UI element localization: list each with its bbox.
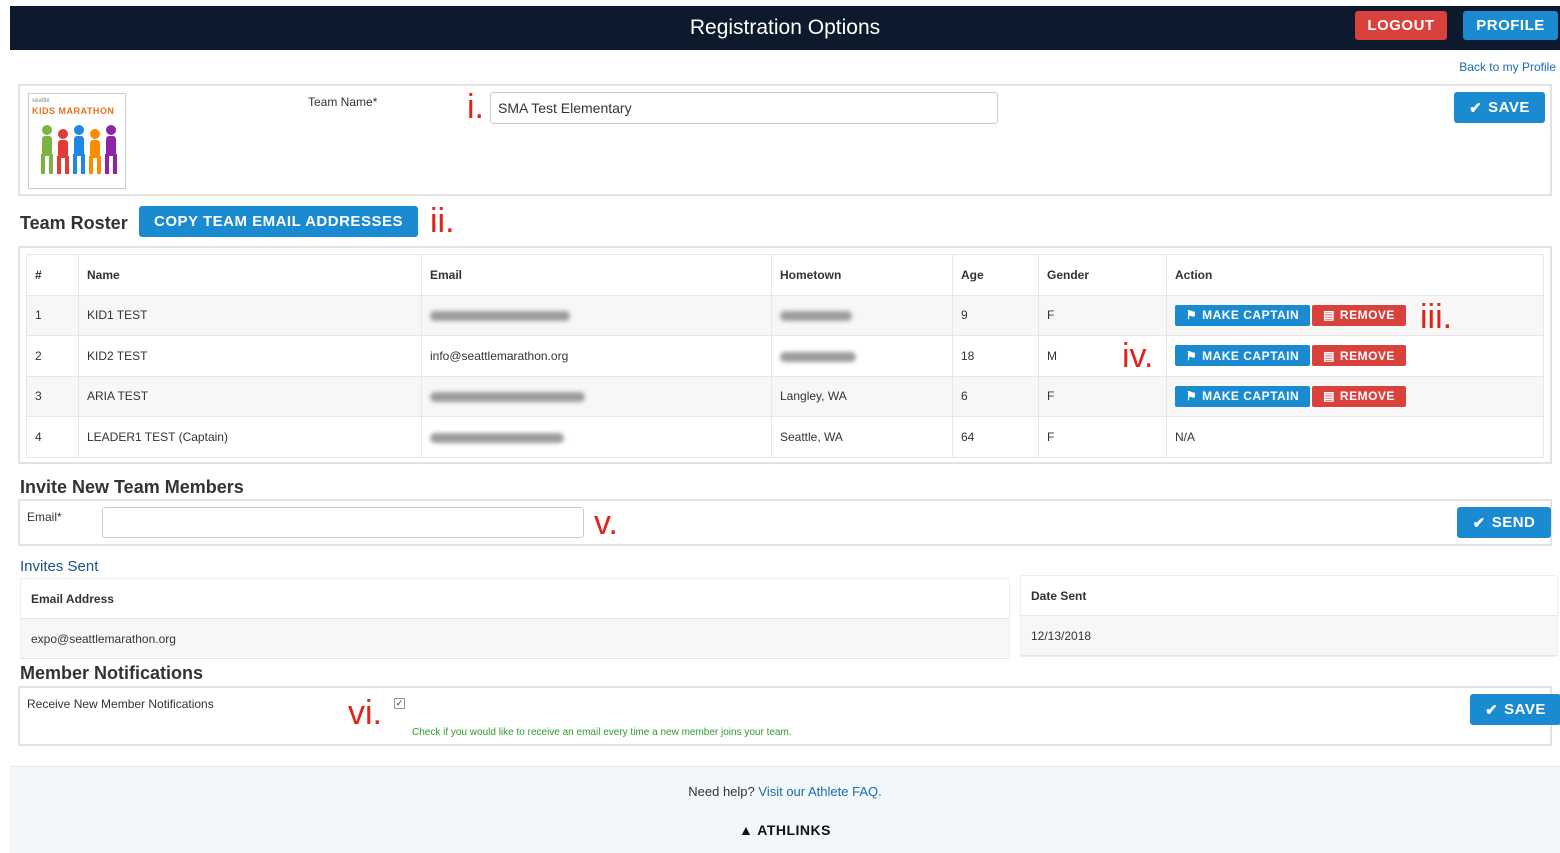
copy-team-email-button[interactable]: COPY TEAM EMAIL ADDRESSES (139, 206, 418, 237)
remove-button[interactable]: ▤ REMOVE (1312, 304, 1406, 326)
notifications-hint: Check if you would like to receive an em… (412, 727, 792, 738)
tag-icon: ⚑ (1185, 308, 1198, 323)
col-email-address: Email Address (21, 579, 1009, 619)
redacted-hometown (771, 335, 953, 377)
col-gender: Gender (1038, 254, 1167, 296)
col-age: Age (952, 254, 1039, 296)
tag-icon: ⚑ (1185, 389, 1198, 404)
profile-button[interactable]: PROFILE (1463, 11, 1558, 40)
page-title: Registration Options (689, 16, 881, 39)
athlete-faq-link[interactable]: Visit our Athlete FAQ. (758, 784, 881, 799)
athlinks-logo: ▲ ATHLINKS (739, 822, 831, 838)
check-circle-icon: ✔ (1472, 514, 1486, 532)
logout-button[interactable]: LOGOUT (1355, 11, 1447, 40)
make-captain-button[interactable]: ⚑ MAKE CAPTAIN (1175, 385, 1310, 407)
invite-panel: Email* ✔ SEND (18, 499, 1552, 546)
team-logo: seattle KIDS MARATHON (28, 93, 126, 189)
annotation-iv: iv. (1122, 337, 1154, 375)
remove-button[interactable]: ▤ REMOVE (1312, 345, 1406, 367)
notifications-checkbox[interactable]: ✓ (394, 698, 405, 709)
col-date-sent: Date Sent (1021, 576, 1557, 616)
make-captain-button[interactable]: ⚑ MAKE CAPTAIN (1175, 345, 1310, 367)
redacted-hometown (771, 294, 953, 336)
team-roster-heading: Team Roster (20, 213, 128, 233)
roster-table: # Name Email Hometown Age Gender Action … (26, 254, 1544, 458)
tag-icon: ⚑ (1185, 348, 1198, 363)
kids-runners-icon (41, 125, 117, 174)
table-row: 4 LEADER1 TEST (Captain) Seattle, WA 64 … (26, 416, 1544, 458)
annotation-iii: iii. (1420, 298, 1453, 336)
team-name-label: Team Name* (308, 95, 378, 109)
send-invite-button[interactable]: ✔ SEND (1457, 507, 1551, 538)
annotation-ii: ii. (430, 202, 455, 240)
invite-email-input[interactable] (102, 507, 584, 538)
col-hometown: Hometown (771, 254, 953, 296)
make-captain-button[interactable]: ⚑ MAKE CAPTAIN (1175, 304, 1310, 326)
invite-email-label: Email* (27, 510, 62, 524)
table-row: 1 KID1 TEST 9 F ⚑ MAKE CAPTAIN ▤ REMOVE (26, 294, 1544, 336)
col-action: Action (1166, 254, 1544, 296)
col-name: Name (78, 254, 422, 296)
footer-help: Need help? Visit our Athlete FAQ. (688, 784, 882, 799)
check-circle-icon: ✔ (1469, 99, 1483, 117)
member-notifications-heading: Member Notifications (20, 663, 204, 683)
save-notifications-button[interactable]: ✔ SAVE (1470, 694, 1560, 725)
invites-sent-heading[interactable]: Invites Sent (20, 558, 98, 575)
flame-icon: ▲ (739, 822, 754, 838)
table-row: 3 ARIA TEST Langley, WA 6 F ⚑ MAKE CAPTAI… (26, 375, 1544, 417)
roster-panel: # Name Email Hometown Age Gender Action … (18, 246, 1552, 464)
notifications-panel: Receive New Member Notifications ✓ Check… (18, 686, 1560, 746)
top-bar: Registration Options LOGOUT PROFILE (10, 6, 1560, 50)
check-circle-icon: ✔ (1485, 701, 1499, 719)
trash-icon: ▤ (1323, 389, 1335, 404)
team-name-input[interactable]: SMA Test Elementary (490, 92, 998, 124)
notifications-label: Receive New Member Notifications (27, 697, 214, 711)
table-row: 2 KID2 TEST info@seattlemarathon.org 18 … (26, 335, 1544, 377)
sent-email-cell: expo@seattlemarathon.org (21, 619, 1009, 659)
col-email: Email (421, 254, 772, 296)
roster-header-row: # Name Email Hometown Age Gender Action (26, 254, 1544, 296)
back-to-profile-link[interactable]: Back to my Profile (1459, 60, 1556, 74)
remove-button[interactable]: ▤ REMOVE (1312, 385, 1406, 407)
footer: Need help? Visit our Athlete FAQ. ▲ ATHL… (10, 766, 1560, 853)
annotation-v: v. (594, 504, 618, 542)
sent-date-cell: 12/13/2018 (1021, 616, 1557, 656)
col-number: # (26, 254, 79, 296)
trash-icon: ▤ (1323, 308, 1335, 323)
redacted-email (421, 375, 772, 417)
trash-icon: ▤ (1323, 348, 1335, 363)
annotation-vi: vi. (348, 694, 382, 732)
invite-heading: Invite New Team Members (20, 477, 244, 497)
save-team-button[interactable]: ✔ SAVE (1454, 92, 1545, 123)
team-panel: seattle KIDS MARATHON Team Name* SMA Tes… (18, 84, 1552, 196)
invites-sent-date-column: Date Sent 12/13/2018 (1020, 575, 1558, 657)
annotation-i: i. (467, 88, 484, 126)
redacted-email (421, 416, 772, 458)
redacted-email (421, 294, 772, 336)
invites-sent-email-column: Email Address expo@seattlemarathon.org (20, 578, 1010, 659)
